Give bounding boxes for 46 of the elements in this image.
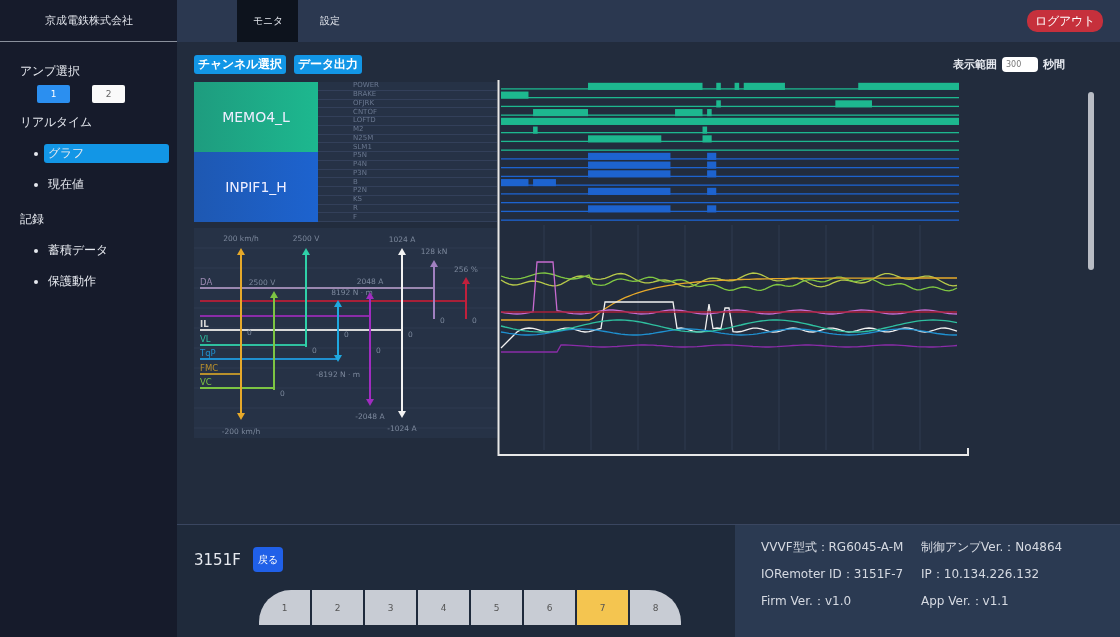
car-button[interactable]: 2 <box>312 590 363 625</box>
car-button[interactable]: 6 <box>524 590 575 625</box>
tab[interactable]: モニタ <box>237 0 298 42</box>
tab[interactable]: 設定 <box>306 0 354 42</box>
car-button[interactable]: 3 <box>365 590 416 625</box>
section-heading: リアルタイム <box>20 114 93 131</box>
amp-button[interactable]: 2 <box>92 85 125 103</box>
logout-button[interactable]: ログアウト <box>1027 10 1103 32</box>
signal-group-block[interactable]: MEMO4_L <box>194 82 318 152</box>
nav-item[interactable]: 現在値 <box>44 175 88 194</box>
bullet-icon <box>34 248 38 253</box>
toolbar-button[interactable]: データ出力 <box>294 54 362 74</box>
channel-label: FMC <box>200 363 219 373</box>
bullet-icon <box>34 182 38 187</box>
info-text: App Ver.：v1.1 <box>921 593 1010 610</box>
amp-button[interactable]: 1 <box>37 85 70 103</box>
section-heading: アンプ選択 <box>20 63 81 80</box>
info-text: Firm Ver.：v1.0 <box>761 593 853 610</box>
back-button[interactable]: 戻る <box>252 547 283 572</box>
channel-label: IL <box>200 319 209 329</box>
channel-label: VL <box>200 334 211 344</box>
nav-item[interactable]: 保護動作 <box>44 272 100 291</box>
signal-group-block[interactable]: INPIF1_H <box>194 152 318 222</box>
nav-item[interactable]: 蓄積データ <box>44 241 112 260</box>
car-button[interactable]: 8 <box>630 590 681 625</box>
car-button[interactable]: 4 <box>418 590 469 625</box>
info-text: VVVF型式：RG6045-A-M <box>761 539 905 556</box>
channel-label: TqP <box>200 348 216 358</box>
channel-label: DA <box>200 277 213 287</box>
nav-item[interactable]: グラフ <box>44 144 169 163</box>
car-button[interactable]: 7 <box>577 590 628 625</box>
info-text: IP：10.134.226.132 <box>921 566 1041 583</box>
toolbar-button[interactable]: チャンネル選択 <box>194 54 286 74</box>
scrollbar[interactable] <box>1088 92 1094 270</box>
bullet-icon <box>34 279 38 284</box>
range-unit: 秒間 <box>1043 56 1065 72</box>
range-input[interactable]: 300 <box>1002 56 1038 72</box>
section-heading: 記録 <box>20 211 45 228</box>
channel-label: VC <box>200 377 212 387</box>
bullet-icon <box>34 151 38 156</box>
range-label: 表示範囲 <box>953 56 997 72</box>
train-name: 3151F <box>194 550 241 569</box>
info-text: IORemoter ID：3151F-7 <box>761 566 905 583</box>
info-text: 制御アンプVer.：No4864 <box>921 539 1064 556</box>
car-button[interactable]: 5 <box>471 590 522 625</box>
car-button[interactable]: 1 <box>259 590 310 625</box>
